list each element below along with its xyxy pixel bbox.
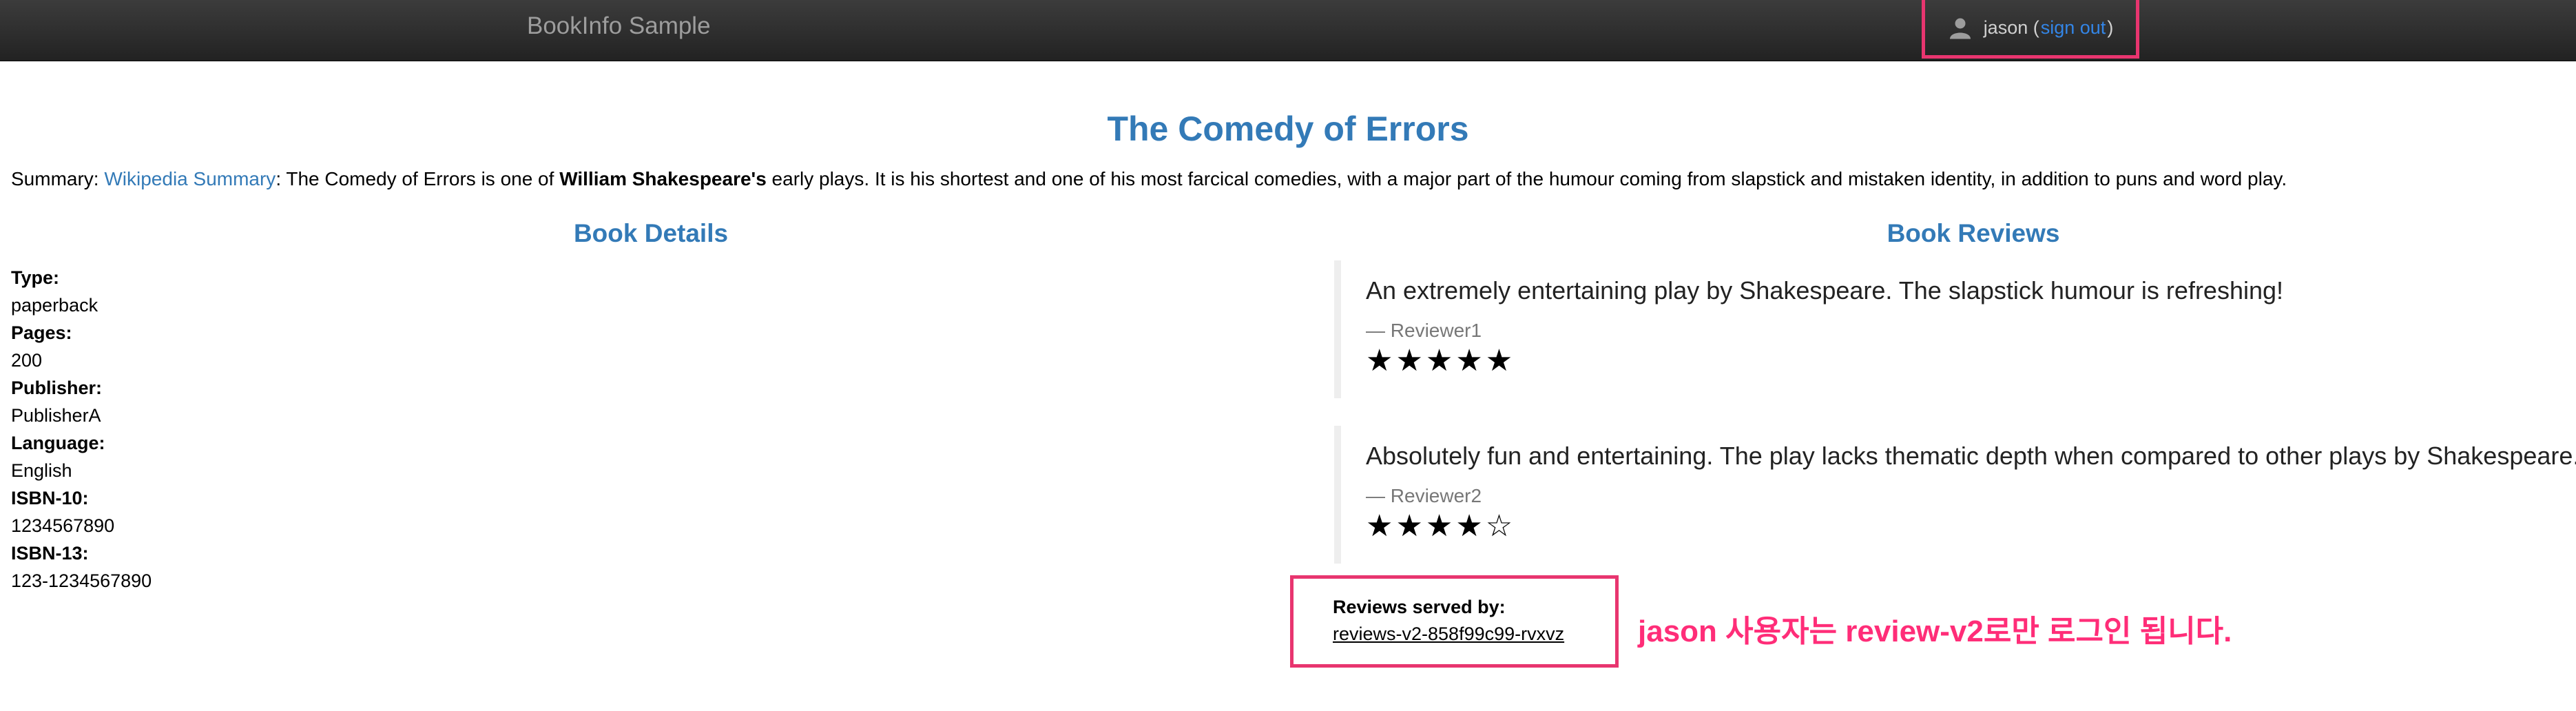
review-author: — Reviewer1 (1366, 320, 1482, 341)
summary-author: William Shakespeare's (559, 168, 767, 189)
detail-value: 200 (11, 350, 43, 371)
user-menu: jason ( sign out ) (1922, 0, 2139, 59)
detail-value: 1234567890 (11, 515, 115, 536)
annotation-note: jason 사용자는 review-v2로만 로그인 됩니다. (1638, 615, 2232, 648)
navbar: BookInfo Sample jason ( sign out ) (0, 0, 2576, 61)
detail-value: PublisherA (11, 405, 101, 426)
brand-title[interactable]: BookInfo Sample (527, 0, 711, 52)
book-reviews-heading: Book Reviews (1887, 219, 2060, 247)
summary-text-rest: early plays. It is his shortest and one … (766, 168, 2287, 189)
detail-term: ISBN-13: (11, 543, 89, 564)
detail-term: Publisher: (11, 378, 103, 398)
book-details-heading: Book Details (573, 219, 729, 247)
review-text: An extremely entertaining play by Shakes… (1366, 276, 2284, 305)
detail-term: Type: (11, 267, 60, 288)
sign-out-link[interactable]: sign out (2041, 17, 2106, 39)
summary-text: : The Comedy of Errors is one of (276, 168, 560, 189)
detail-term: ISBN-10: (11, 488, 89, 508)
star-rating: ★★★★★ (1366, 344, 1516, 378)
star-rating: ★★★★☆ (1366, 509, 1516, 543)
page-title: The Comedy of Errors (1107, 110, 1469, 148)
detail-term: Pages: (11, 322, 72, 343)
reviews-served-label: Reviews served by: (1333, 597, 1506, 617)
summary-label: Summary: (11, 168, 105, 189)
detail-value: paperback (11, 295, 98, 316)
reviews-served-highlight (1290, 575, 1619, 668)
reviews-served-value: reviews-v2-858f99c99-rvxvz (1333, 624, 1565, 644)
wikipedia-summary-link[interactable]: Wikipedia Summary (104, 168, 276, 189)
review-item: Absolutely fun and entertaining. The pla… (1334, 426, 2576, 564)
user-name: jason ( (1983, 17, 2039, 38)
review-text: Absolutely fun and entertaining. The pla… (1366, 442, 2576, 470)
book-summary: Summary: Wikipedia Summary: The Comedy o… (11, 168, 2287, 190)
book-details-list: Type: paperback Pages: 200 Publisher: Pu… (11, 264, 152, 595)
detail-value: 123-1234567890 (11, 570, 152, 591)
review-author: — Reviewer2 (1366, 485, 1482, 506)
detail-value: English (11, 460, 72, 481)
user-icon (1949, 18, 1971, 39)
review-item: An extremely entertaining play by Shakes… (1334, 260, 2546, 398)
user-close-paren: ) (2107, 17, 2114, 38)
detail-term: Language: (11, 433, 105, 453)
